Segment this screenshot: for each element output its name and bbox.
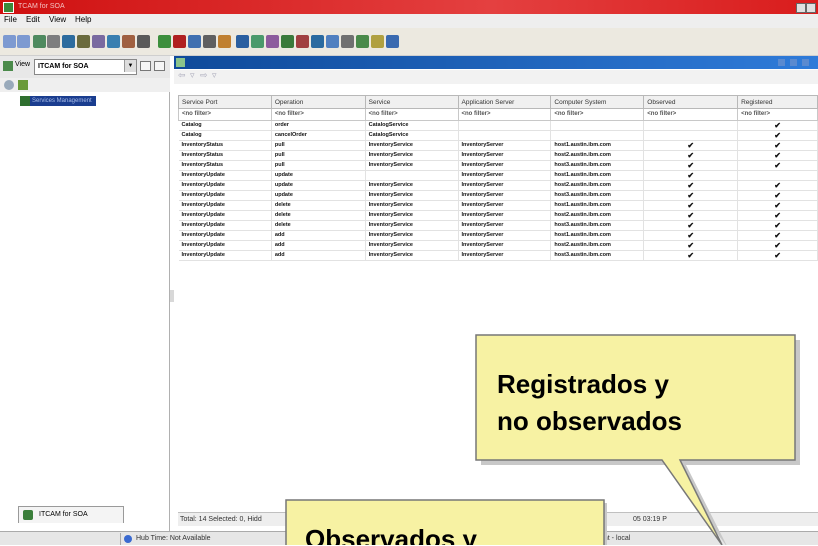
callout-registered-line2: no observados [497,406,682,436]
callout-registered-line1: Registrados y [497,369,669,399]
callout-overlay: Registrados y no observados Observados y [285,334,800,545]
callout-observed: Observados y [285,499,607,545]
callout-observed-line1: Observados y [305,524,478,545]
